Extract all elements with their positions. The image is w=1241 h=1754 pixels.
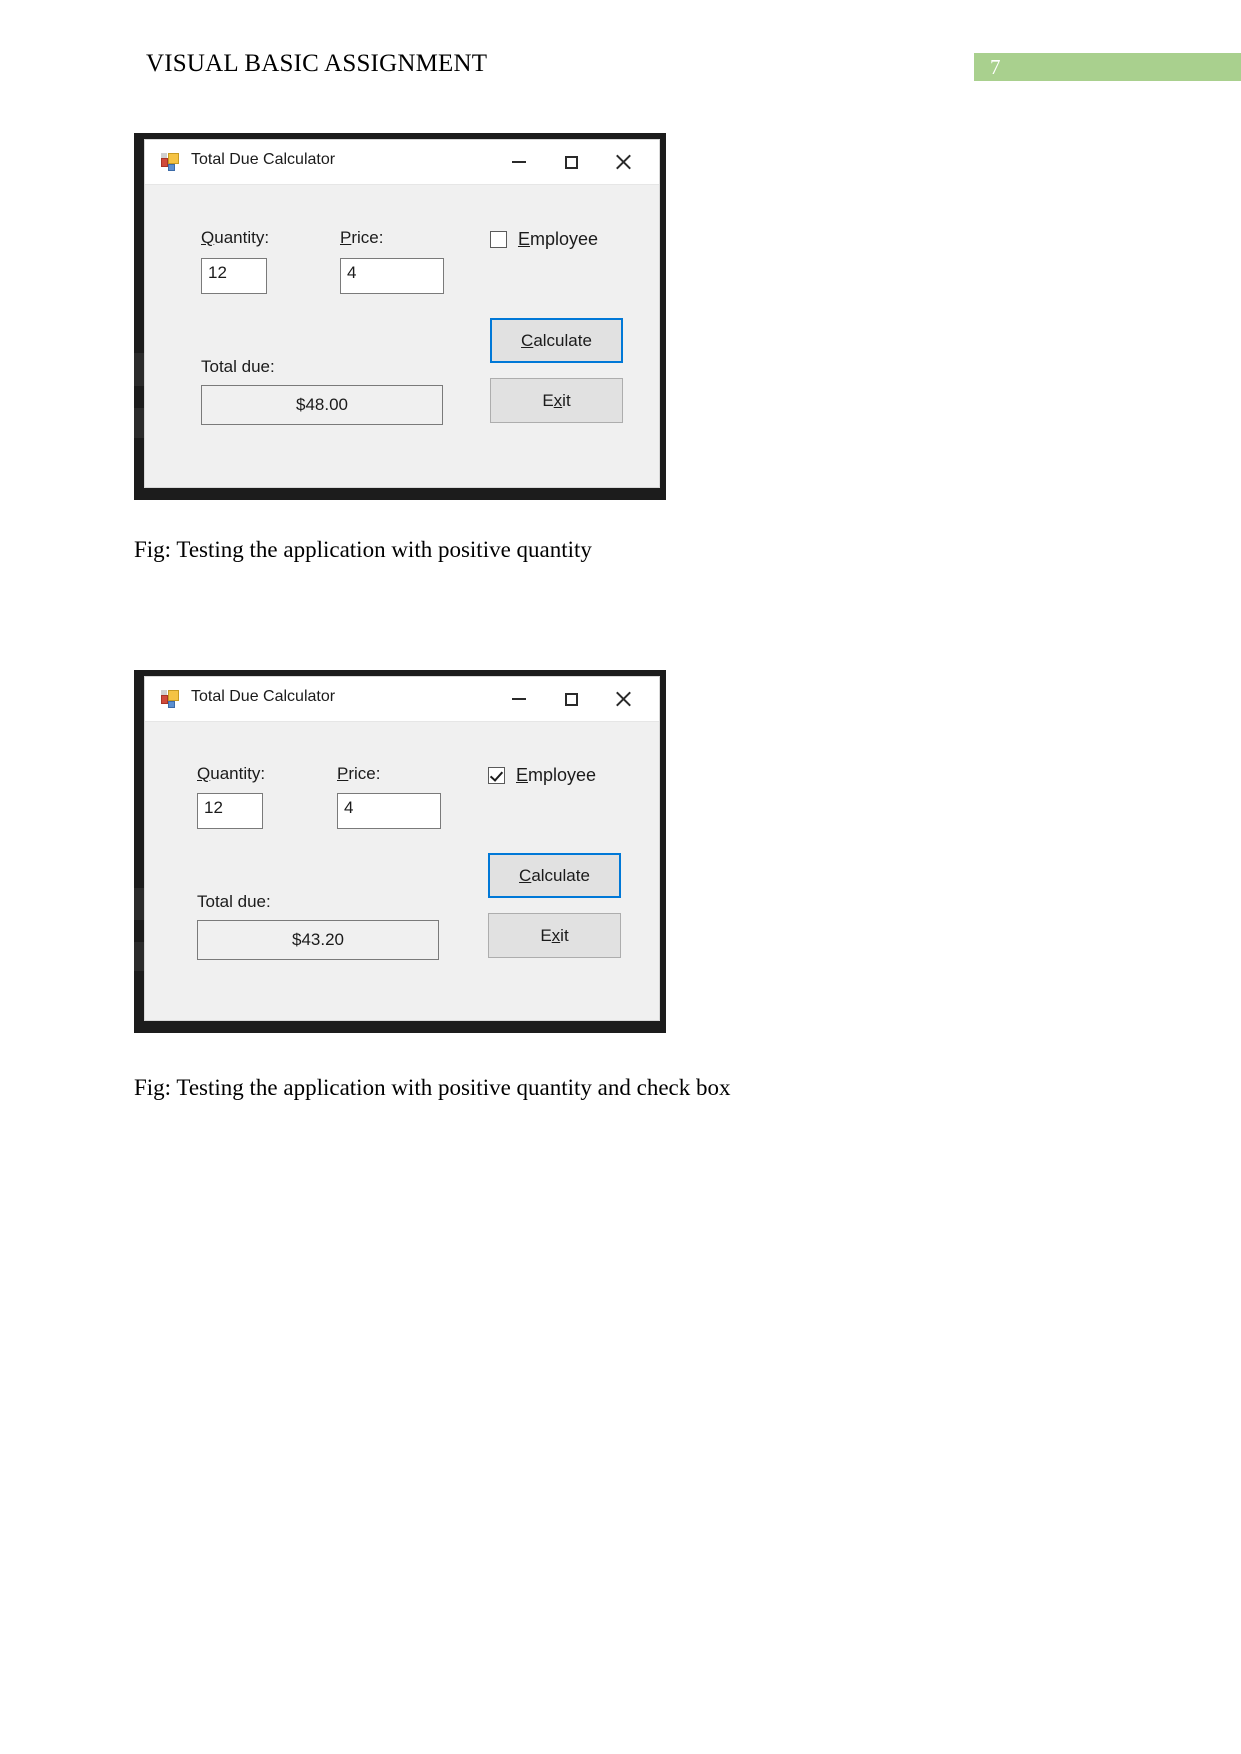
capture-edge-sliver	[134, 887, 144, 921]
close-icon	[615, 691, 631, 707]
screenshot-frame-2: Total Due Calculator Quantity: 12 Price:…	[134, 670, 666, 1033]
form-body: Quantity: 12 Price: 4 Employee Total due…	[145, 185, 659, 487]
employee-checkbox[interactable]	[490, 231, 507, 248]
screenshot-frame-1: Total Due Calculator Quantity: 12 Price:…	[134, 133, 666, 500]
total-due-output: $48.00	[201, 385, 443, 425]
figure-1-caption: Fig: Testing the application with positi…	[134, 537, 592, 562]
figure-2: Total Due Calculator Quantity: 12 Price:…	[134, 670, 666, 1033]
figure-1: Total Due Calculator Quantity: 12 Price:…	[134, 133, 666, 500]
capture-edge-sliver	[134, 942, 144, 972]
close-icon	[615, 154, 631, 170]
window-title: Total Due Calculator	[191, 151, 336, 168]
minimize-icon	[512, 161, 526, 163]
page-number: 7	[990, 55, 1001, 79]
quantity-input[interactable]: 12	[201, 258, 267, 294]
window-controls	[493, 140, 649, 184]
page-number-badge: 7	[974, 53, 1241, 81]
employee-checkbox-row[interactable]: Employee	[488, 765, 596, 786]
capture-edge-sliver	[134, 353, 144, 387]
calculate-button[interactable]: Calculate	[490, 318, 623, 363]
price-input[interactable]: 4	[337, 793, 441, 829]
window-controls	[493, 677, 649, 721]
quantity-label: Quantity:	[197, 764, 266, 783]
price-label: Price:	[340, 228, 384, 247]
total-due-calculator-window-1: Total Due Calculator Quantity: 12 Price:…	[144, 139, 660, 488]
employee-checkbox[interactable]	[488, 767, 505, 784]
maximize-icon	[564, 692, 578, 706]
exit-button[interactable]: Exit	[488, 913, 621, 958]
minimize-button[interactable]	[493, 140, 545, 184]
total-due-calculator-window-2: Total Due Calculator Quantity: 12 Price:…	[144, 676, 660, 1021]
minimize-icon	[512, 698, 526, 700]
price-input[interactable]: 4	[340, 258, 444, 294]
calculate-button[interactable]: Calculate	[488, 853, 621, 898]
total-due-output: $43.20	[197, 920, 439, 960]
exit-button[interactable]: Exit	[490, 378, 623, 423]
vb-form-icon	[161, 153, 179, 171]
close-button[interactable]	[597, 677, 649, 721]
close-button[interactable]	[597, 140, 649, 184]
figure-2-caption: Fig: Testing the application with positi…	[134, 1075, 731, 1100]
maximize-icon	[564, 155, 578, 169]
vb-form-icon	[161, 690, 179, 708]
window-title: Total Due Calculator	[191, 688, 336, 705]
total-due-label: Total due:	[201, 357, 275, 376]
maximize-button[interactable]	[545, 677, 597, 721]
form-body: Quantity: 12 Price: 4 Employee Total due…	[145, 722, 659, 1020]
employee-label: Employee	[516, 765, 597, 785]
quantity-input[interactable]: 12	[197, 793, 263, 829]
employee-label: Employee	[518, 229, 599, 249]
price-label: Price:	[337, 764, 381, 783]
quantity-label: Quantity:	[201, 228, 270, 247]
total-due-label: Total due:	[197, 892, 271, 911]
window-titlebar: Total Due Calculator	[145, 140, 659, 185]
minimize-button[interactable]	[493, 677, 545, 721]
page-title: VISUAL BASIC ASSIGNMENT	[146, 50, 488, 77]
maximize-button[interactable]	[545, 140, 597, 184]
capture-edge-sliver	[134, 408, 144, 438]
employee-checkbox-row[interactable]: Employee	[490, 229, 598, 250]
page-header: VISUAL BASIC ASSIGNMENT 7	[0, 0, 1241, 100]
window-titlebar: Total Due Calculator	[145, 677, 659, 722]
